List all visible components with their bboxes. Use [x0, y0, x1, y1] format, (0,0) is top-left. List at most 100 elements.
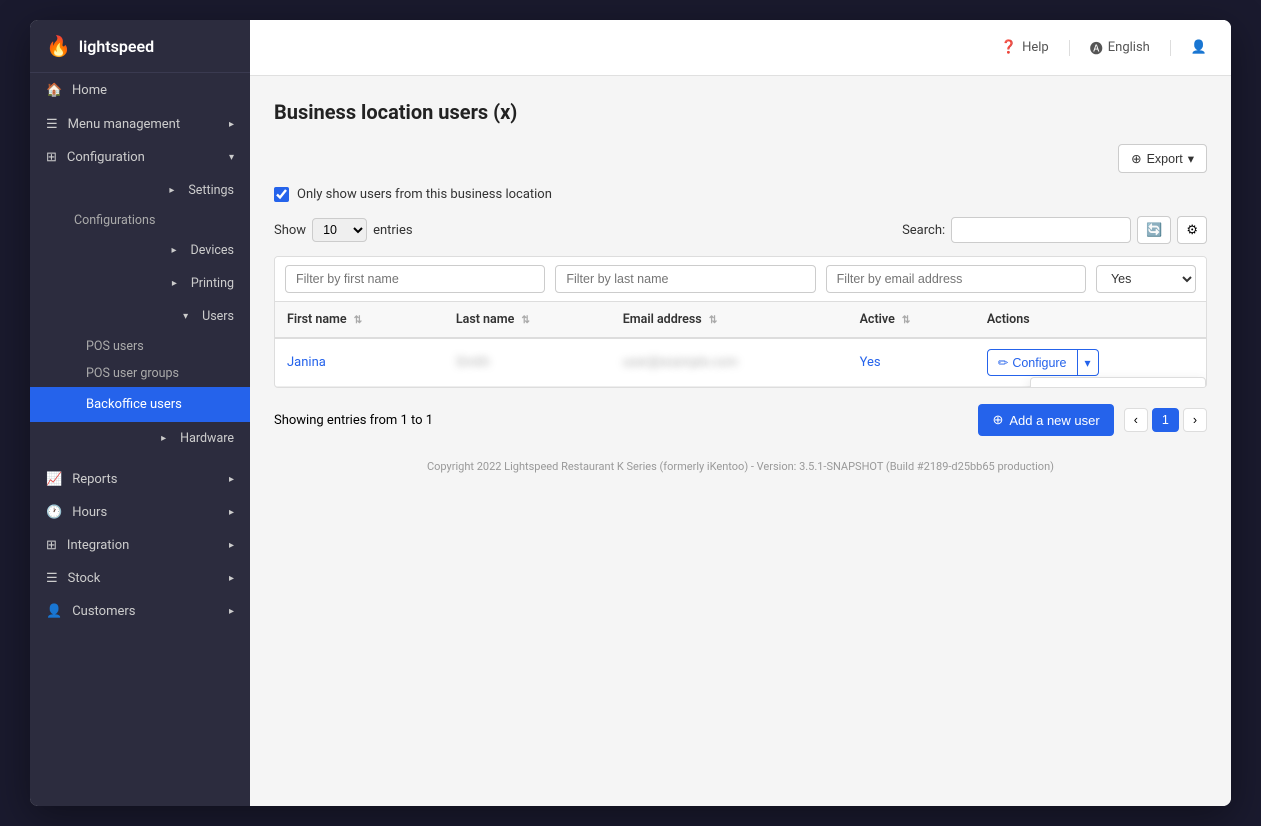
sidebar-menu-label: Menu management	[68, 117, 180, 132]
refresh-button[interactable]: 🔄	[1137, 216, 1171, 244]
sort-icon: ⇅	[521, 315, 529, 326]
next-page-button[interactable]: ›	[1183, 408, 1207, 432]
user-icon: 👤	[1191, 40, 1207, 55]
help-label: Help	[1022, 40, 1049, 55]
language-label: English	[1108, 40, 1150, 55]
sidebar-reports-label: Reports	[72, 472, 117, 487]
search-label: Search:	[902, 223, 945, 238]
home-icon: 🏠	[46, 83, 62, 98]
email-filter[interactable]	[826, 265, 1086, 293]
cell-active: Yes	[848, 338, 975, 387]
col-active[interactable]: Active ⇅	[848, 302, 975, 338]
sidebar-item-devices[interactable]: Devices	[30, 234, 250, 267]
chevron-right-icon	[229, 606, 234, 617]
showing-text: Showing entries from 1 to 1	[274, 413, 433, 428]
sidebar-integration-label: Integration	[67, 538, 129, 553]
sidebar-item-backoffice-users[interactable]: Backoffice users	[30, 387, 250, 422]
sidebar-item-hours[interactable]: 🕐 Hours	[30, 496, 250, 529]
sidebar-customers-label: Customers	[72, 604, 135, 619]
sidebar-item-home-label: Home	[72, 83, 107, 98]
clock-icon: 🕐	[46, 505, 62, 520]
table-footer: Showing entries from 1 to 1 ⊕ Add a new …	[274, 404, 1207, 436]
sidebar-item-menu-management[interactable]: ☰ Menu management	[30, 108, 250, 141]
prev-page-button[interactable]: ‹	[1124, 408, 1148, 432]
search-input[interactable]	[951, 217, 1131, 243]
sidebar-item-pos-user-groups[interactable]: POS user groups	[30, 360, 250, 387]
sidebar-item-configuration[interactable]: ⊞ Configuration	[30, 141, 250, 174]
col-actions: Actions	[975, 302, 1206, 338]
sidebar-users-label: Users	[202, 309, 234, 324]
sidebar-stock-label: Stock	[68, 571, 101, 586]
cell-actions: ✏ Configure ▾ ☰ Edit business loc	[975, 338, 1206, 387]
users-table: First name ⇅ Last name ⇅ Email address ⇅	[275, 302, 1206, 387]
sidebar-backoffice-label: Backoffice users	[86, 397, 182, 412]
sidebar-logo: 🔥 lightspeed	[30, 20, 250, 73]
chevron-down-icon	[183, 311, 188, 322]
edit-locations-label: Edit business locations	[1063, 387, 1191, 389]
logo-text: lightspeed	[79, 37, 154, 56]
export-button[interactable]: ⊕ Export ▾	[1118, 144, 1207, 173]
sidebar-item-customers[interactable]: 👤 Customers	[30, 595, 250, 628]
entries-select[interactable]: 10 25 50 100	[312, 218, 367, 242]
user-active-link[interactable]: Yes	[860, 355, 881, 370]
grid-icon: ⊞	[46, 150, 57, 165]
flame-icon: 🔥	[46, 34, 71, 58]
user-email: user@example.com	[623, 355, 738, 370]
language-button[interactable]: 🅐 English	[1090, 38, 1150, 57]
sidebar-item-integration[interactable]: ⊞ Integration	[30, 529, 250, 562]
sidebar-printing-label: Printing	[191, 276, 234, 291]
export-chevron-icon: ▾	[1188, 151, 1194, 166]
add-user-button[interactable]: ⊕ Add a new user	[978, 404, 1113, 436]
profile-button[interactable]: 👤	[1191, 40, 1207, 55]
footer-right: ⊕ Add a new user ‹ 1 ›	[978, 404, 1207, 436]
configure-button[interactable]: ✏ Configure	[987, 349, 1078, 376]
col-first-name[interactable]: First name ⇅	[275, 302, 444, 338]
entries-label: entries	[373, 223, 413, 238]
sidebar-config-label: Configuration	[67, 150, 145, 165]
reports-icon: 📈	[46, 472, 62, 487]
sidebar-item-printing[interactable]: Printing	[30, 267, 250, 300]
location-filter-label: Only show users from this business locat…	[297, 187, 552, 202]
sidebar-item-pos-users[interactable]: POS users	[30, 333, 250, 360]
col-active-label: Active	[860, 312, 895, 327]
chevron-right-icon	[229, 507, 234, 518]
col-last-name[interactable]: Last name ⇅	[444, 302, 611, 338]
sidebar-item-reports[interactable]: 📈 Reports	[30, 463, 250, 496]
content-area: Business location users (x) ⊕ Export ▾ O…	[250, 76, 1231, 806]
pagination: ‹ 1 ›	[1124, 408, 1207, 432]
settings-button[interactable]: ⚙	[1177, 216, 1207, 244]
sidebar-item-hardware[interactable]: Hardware	[30, 422, 250, 455]
dropdown-toggle-button[interactable]: ▾	[1078, 349, 1099, 376]
help-button[interactable]: ❓ Help	[1001, 40, 1049, 55]
edit-business-locations-item[interactable]: ☰ Edit business locations	[1031, 378, 1205, 388]
page-title: Business location users (x)	[274, 100, 1207, 124]
user-first-name-link[interactable]: Janina	[287, 355, 326, 370]
show-label: Show	[274, 223, 306, 238]
sidebar-item-settings[interactable]: Settings	[30, 174, 250, 207]
active-filter[interactable]: Yes No All	[1096, 265, 1196, 293]
stock-icon: ☰	[46, 571, 58, 586]
export-label: Export	[1147, 152, 1183, 166]
sidebar-item-home[interactable]: 🏠 Home	[30, 73, 250, 108]
last-name-filter[interactable]	[555, 265, 815, 293]
location-filter-checkbox[interactable]	[274, 187, 289, 202]
page-1-button[interactable]: 1	[1152, 408, 1179, 432]
customers-icon: 👤	[46, 604, 62, 619]
sidebar-item-stock[interactable]: ☰ Stock	[30, 562, 250, 595]
chevron-right-icon	[171, 245, 176, 256]
help-icon: ❓	[1001, 40, 1017, 55]
sidebar-devices-label: Devices	[191, 243, 234, 258]
sidebar-hours-label: Hours	[72, 505, 107, 520]
copyright-text: Copyright 2022 Lightspeed Restaurant K S…	[427, 460, 1054, 473]
table-row: Janina Smith user@example.com Yes	[275, 338, 1206, 387]
chevron-right-icon	[161, 433, 166, 444]
sidebar-item-users[interactable]: Users	[30, 300, 250, 333]
col-email[interactable]: Email address ⇅	[611, 302, 848, 338]
sidebar-item-configurations[interactable]: Configurations	[30, 207, 250, 234]
table-controls: Show 10 25 50 100 entries Search: 🔄 ⚙	[274, 216, 1207, 244]
table-header-row: First name ⇅ Last name ⇅ Email address ⇅	[275, 302, 1206, 338]
first-name-filter[interactable]	[285, 265, 545, 293]
configure-label: Configure	[1012, 356, 1066, 370]
menu-icon: ☰	[46, 117, 58, 132]
topbar: ❓ Help 🅐 English 👤	[250, 20, 1231, 76]
